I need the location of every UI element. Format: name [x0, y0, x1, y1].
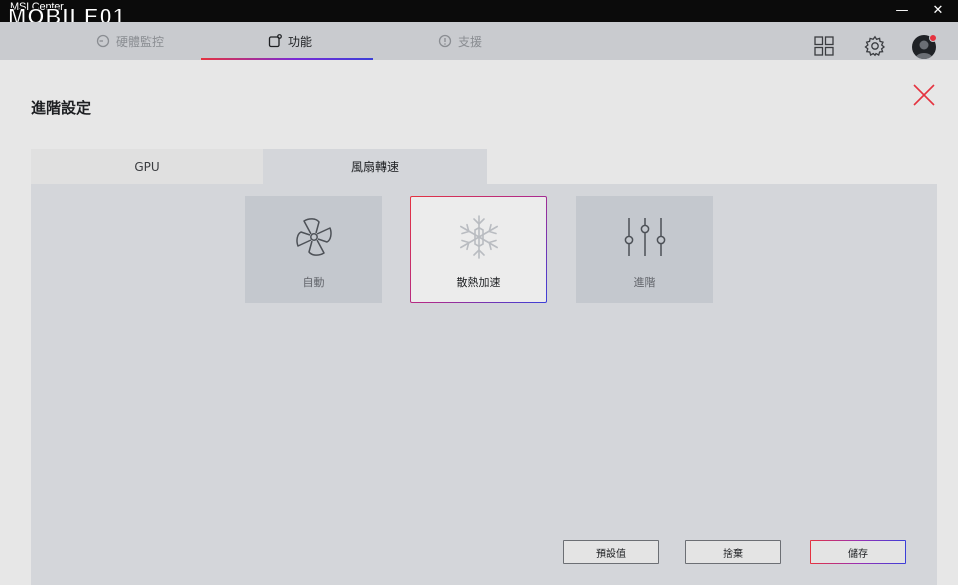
subtab-gpu[interactable]: GPU — [31, 149, 263, 184]
snowflake-icon — [460, 215, 499, 259]
window-close-button[interactable]: ✕ — [925, 0, 951, 22]
tab-hardware-monitor[interactable]: 硬體監控 — [80, 22, 180, 60]
save-button[interactable]: 儲存 — [810, 540, 906, 564]
tab-label: 支援 — [457, 34, 482, 49]
title-bar: MSI Center MOBILE01 — ✕ — [0, 0, 958, 30]
mode-card-advanced[interactable]: 進階 — [576, 196, 713, 303]
fan-icon — [296, 218, 332, 256]
gauge-icon — [96, 34, 110, 48]
notification-dot — [929, 34, 937, 42]
grid-icon[interactable] — [813, 35, 835, 57]
discard-button[interactable]: 捨棄 — [685, 540, 781, 564]
default-button[interactable]: 預設值 — [563, 540, 659, 564]
tab-label: 功能 — [287, 34, 312, 49]
minimize-button[interactable]: — — [889, 0, 915, 22]
mode-label: 散熱加速 — [456, 276, 501, 289]
gear-icon[interactable] — [864, 35, 886, 57]
close-icon[interactable] — [911, 82, 937, 108]
mode-card-cooler-boost[interactable]: 散熱加速 — [410, 196, 547, 303]
tab-support[interactable]: 支援 — [410, 22, 510, 60]
mode-label: 進階 — [633, 276, 656, 289]
tab-features[interactable]: 功能 — [240, 22, 340, 60]
sliders-icon — [624, 218, 666, 256]
top-nav: 硬體監控 功能 支援 — [0, 22, 958, 60]
advanced-settings-panel: 進階設定 GPU 風扇轉速 自動 散熱加速 進階 預設值 捨棄 儲存 — [0, 60, 958, 585]
page-title: 進階設定 — [31, 99, 92, 117]
mode-card-auto[interactable]: 自動 — [245, 196, 382, 303]
tab-label: 硬體監控 — [115, 34, 164, 49]
fan-speed-content: 自動 散熱加速 進階 預設值 捨棄 儲存 — [31, 184, 937, 585]
feature-icon — [268, 34, 282, 48]
mode-label: 自動 — [302, 276, 325, 289]
support-icon — [438, 34, 452, 48]
subtab-fan-speed[interactable]: 風扇轉速 — [263, 149, 487, 184]
